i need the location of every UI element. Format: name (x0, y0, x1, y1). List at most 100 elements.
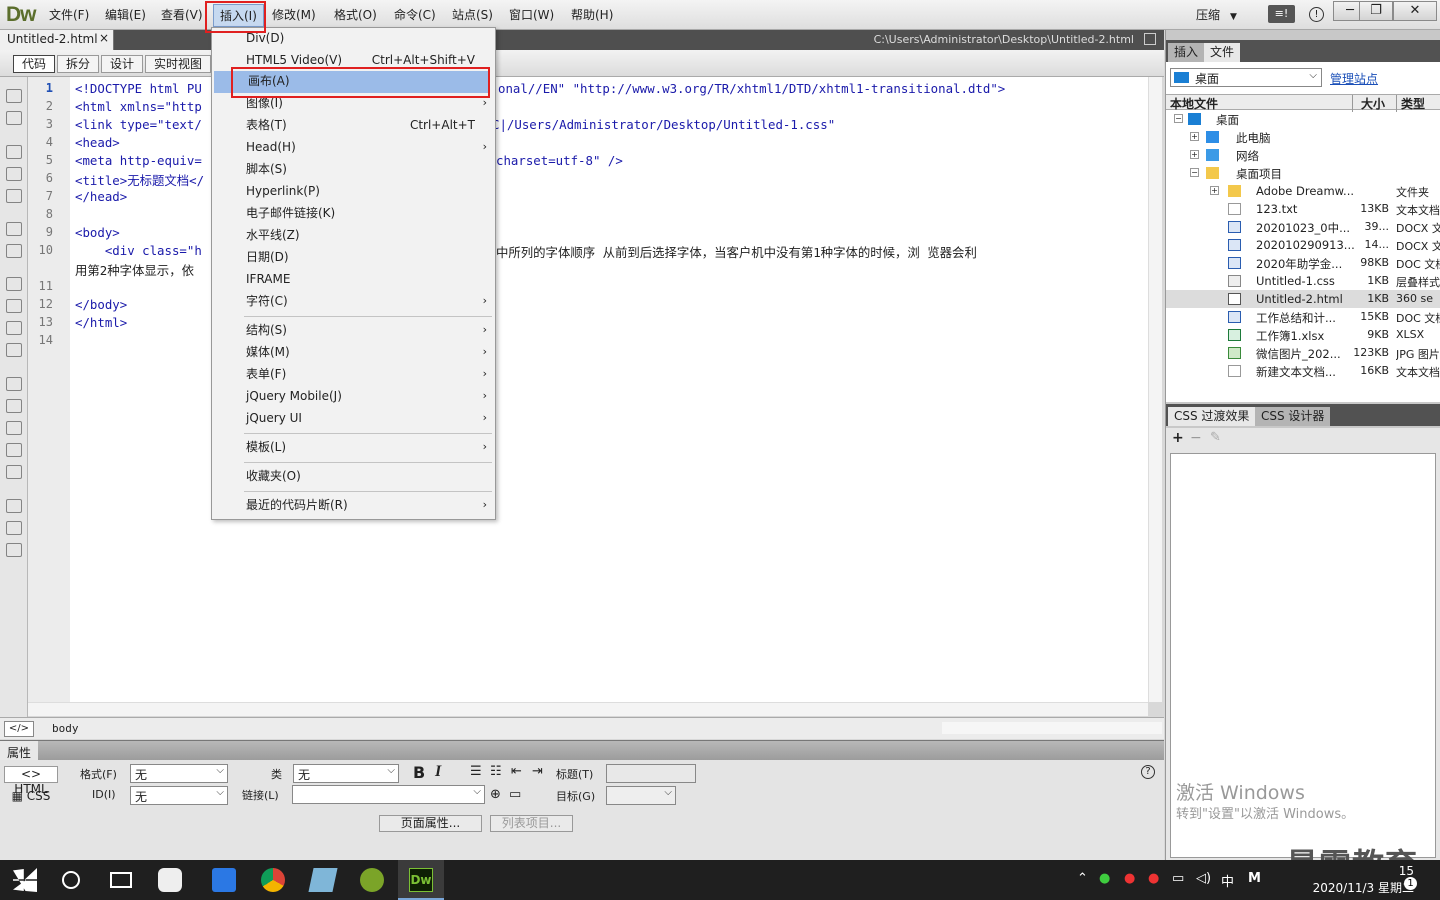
workspace-switcher[interactable]: 压缩 ▼ (1196, 6, 1237, 23)
word-wrap-icon[interactable] (6, 321, 22, 335)
indent-icon[interactable]: ⇥ (532, 764, 543, 779)
move-css-icon[interactable] (6, 465, 22, 479)
remove-transition-icon[interactable]: − (1190, 430, 1202, 446)
menu-item-script[interactable]: 脚本(S) (212, 159, 495, 181)
menu-item-email-link[interactable]: 电子邮件链接(K) (212, 203, 495, 225)
menu-item-head[interactable]: Head(H) › (212, 137, 495, 159)
tab-css-transitions[interactable]: CSS 过渡效果 (1168, 407, 1256, 426)
file-row[interactable]: Untitled-1.css 1KB 层叠样式 (1166, 272, 1440, 290)
menu-window[interactable]: 窗口(W) (509, 6, 554, 23)
file-row[interactable]: 202010290913... 14... DOCX 文 (1166, 236, 1440, 254)
menu-item-jquery-mobile[interactable]: jQuery Mobile(J) › (212, 386, 495, 408)
balance-braces-icon[interactable] (6, 244, 22, 258)
code-tag-icon[interactable]: </> (4, 721, 34, 737)
chrome-icon[interactable] (261, 868, 285, 892)
tree-row-this-pc[interactable]: + 此电脑 (1166, 128, 1440, 146)
recent-snippets-icon[interactable] (6, 443, 22, 457)
menu-site[interactable]: 站点(S) (452, 6, 493, 23)
menu-item-media[interactable]: 媒体(M) › (212, 342, 495, 364)
italic-button[interactable]: I (435, 763, 441, 781)
link-input[interactable]: ⌵ (292, 785, 485, 804)
file-row[interactable]: 工作簿1.xlsx 9KB XLSX (1166, 326, 1440, 344)
menu-item-jquery-ui[interactable]: jQuery UI › (212, 408, 495, 430)
network-icon[interactable]: ▭ (1172, 871, 1184, 886)
close-button[interactable]: ✕ (1393, 1, 1437, 21)
sync-settings-icon[interactable]: ≡! (1268, 5, 1295, 23)
menu-item-recent-snippets[interactable]: 最近的代码片断(R) › (212, 495, 495, 517)
manage-sites-link[interactable]: 管理站点 (1330, 70, 1378, 87)
close-tab-icon[interactable]: × (99, 31, 109, 45)
document-tab[interactable]: Untitled-2.html × (0, 30, 114, 50)
menu-modify[interactable]: 修改(M) (272, 6, 316, 23)
menu-item-structure[interactable]: 结构(S) › (212, 320, 495, 342)
live-view-button[interactable]: 实时视图 (145, 55, 212, 73)
select-parent-tag-icon[interactable] (6, 222, 22, 236)
task-view-icon[interactable] (110, 872, 132, 888)
expand-icon[interactable]: + (1210, 186, 1219, 195)
file-row[interactable]: 工作总结和计... 15KB DOC 文档 (1166, 308, 1440, 326)
page-properties-button[interactable]: 页面属性... (379, 815, 482, 832)
restore-button[interactable]: ❐ (1359, 1, 1393, 21)
tagbar-scrollbar[interactable] (942, 722, 1162, 734)
file-row[interactable]: 微信图片_202... 123KB JPG 图片 (1166, 344, 1440, 362)
wps-icon[interactable] (212, 868, 236, 892)
tree-row-network[interactable]: + 网络 (1166, 146, 1440, 164)
restore-document-icon[interactable] (1144, 33, 1156, 45)
info-icon[interactable]: ! (1309, 7, 1324, 22)
open-documents-icon[interactable] (6, 89, 22, 103)
qq-icon[interactable]: ● (1148, 871, 1159, 886)
title-input[interactable] (606, 764, 696, 783)
point-to-file-icon[interactable]: ⊕ (490, 787, 501, 802)
show-code-navigator-icon[interactable] (6, 111, 22, 125)
split-view-button[interactable]: 拆分 (57, 55, 100, 73)
ordered-list-icon[interactable]: ☷ (490, 764, 502, 779)
code-horizontal-scrollbar[interactable] (28, 702, 1148, 716)
clock[interactable]: 15 2020/11/3 星期二 (1313, 863, 1414, 897)
app-icon[interactable] (360, 868, 384, 892)
id-select[interactable]: 无 ⌵ (130, 786, 228, 805)
menu-view[interactable]: 查看(V) (161, 6, 203, 23)
notepad-icon[interactable] (308, 868, 338, 892)
expand-icon[interactable]: + (1190, 150, 1199, 159)
code-vertical-scrollbar[interactable] (1148, 77, 1162, 702)
design-view-button[interactable]: 设计 (101, 55, 144, 73)
file-row[interactable]: + Adobe Dreamw... 文件夹 (1166, 182, 1440, 200)
format-select[interactable]: 无 ⌵ (130, 764, 228, 783)
tree-row-desktop-items[interactable]: − 桌面项目 (1166, 164, 1440, 182)
notification-badge[interactable]: 1 (1404, 877, 1417, 890)
ime-mode[interactable]: M (1248, 871, 1261, 886)
unordered-list-icon[interactable]: ☰ (470, 764, 482, 779)
menu-command[interactable]: 命令(C) (394, 6, 436, 23)
tab-css-designer[interactable]: CSS 设计器 (1255, 407, 1331, 426)
collapse-icon[interactable]: − (1174, 114, 1183, 123)
dreamweaver-taskbar-button[interactable]: Dw (398, 860, 444, 900)
menu-edit[interactable]: 编辑(E) (105, 6, 146, 23)
line-numbers-icon[interactable] (6, 277, 22, 291)
code-view-button[interactable]: 代码 (13, 55, 56, 73)
css-mode-button[interactable]: ▦ CSS (4, 788, 58, 805)
indent-code-icon[interactable] (6, 499, 22, 513)
menu-item-horizontal-rule[interactable]: 水平线(Z) (212, 225, 495, 247)
qq-icon[interactable]: ● (1124, 871, 1135, 886)
collapse-tag-icon[interactable] (6, 145, 22, 159)
wechat-icon[interactable]: ● (1099, 871, 1110, 886)
collapse-selection-icon[interactable] (6, 167, 22, 181)
apply-comment-icon[interactable] (6, 377, 22, 391)
menu-item-favorites[interactable]: 收藏夹(O) (212, 466, 495, 488)
file-row[interactable]: 新建文本文档... 16KB 文本文档 (1166, 362, 1440, 380)
menu-item-iframe[interactable]: IFRAME (212, 269, 495, 291)
help-icon[interactable]: ? (1141, 765, 1155, 779)
app-icon[interactable] (158, 868, 182, 892)
edit-transition-icon[interactable]: ✎ (1210, 430, 1221, 445)
list-item-button[interactable]: 列表项目... (490, 815, 573, 832)
outdent-code-icon[interactable] (6, 521, 22, 535)
file-row[interactable]: 2020年助学金... 98KB DOC 文档 (1166, 254, 1440, 272)
file-row-selected[interactable]: Untitled-2.html 1KB 360 se (1166, 290, 1440, 308)
menu-item-character[interactable]: 字符(C) › (212, 291, 495, 313)
menu-file[interactable]: 文件(F) (49, 6, 89, 23)
site-select[interactable]: 桌面 ⌵ (1170, 68, 1322, 87)
expand-all-icon[interactable] (6, 189, 22, 203)
add-transition-icon[interactable]: + (1172, 430, 1184, 446)
tab-insert[interactable]: 插入 (1168, 43, 1205, 62)
highlight-invalid-code-icon[interactable] (6, 299, 22, 313)
